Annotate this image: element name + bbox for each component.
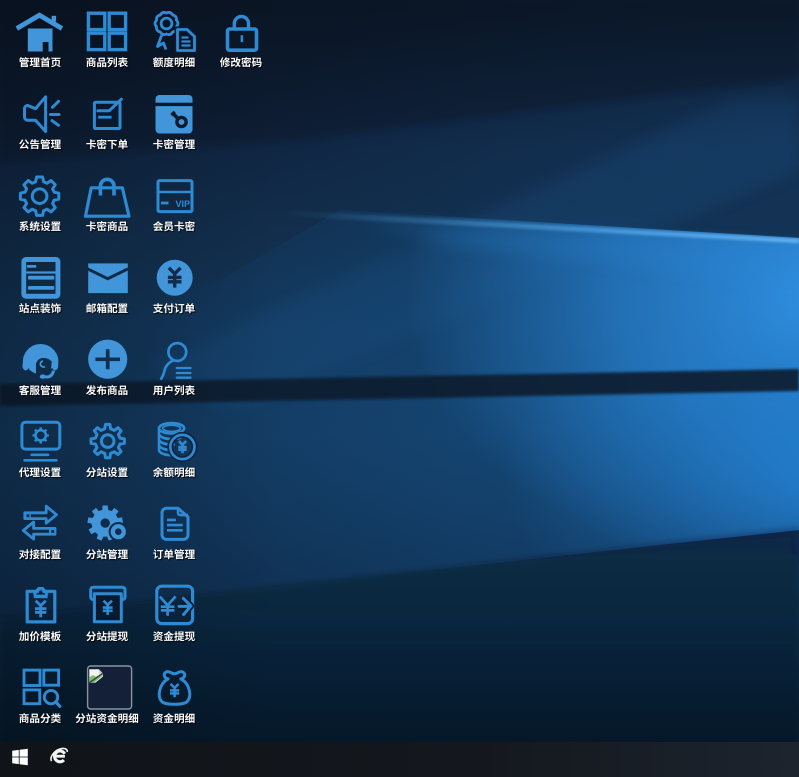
- svg-text:VIP: VIP: [176, 199, 191, 209]
